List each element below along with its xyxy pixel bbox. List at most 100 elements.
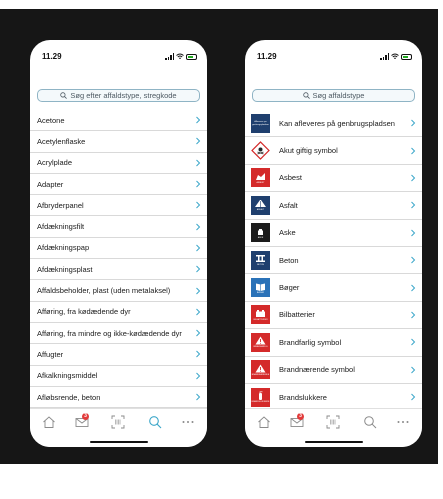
status-time: 11.29 <box>257 52 277 61</box>
category-item[interactable]: ASFALT Asfalt <box>245 192 422 220</box>
list-item[interactable]: Acrylplade <box>30 153 207 174</box>
list-item[interactable]: Afkalkningsmiddel <box>30 366 207 387</box>
chevron-right-icon <box>196 287 201 294</box>
tab-messages[interactable]: 3 <box>75 413 89 429</box>
search-icon <box>60 92 68 99</box>
chevron-right-icon <box>196 393 201 401</box>
chevron-right-icon <box>196 223 201 230</box>
wifi-icon <box>176 53 184 59</box>
ash-icon: ASKE <box>251 223 270 243</box>
list-item-label: Acrylplade <box>37 158 73 168</box>
chevron-right-icon <box>411 147 416 154</box>
category-item[interactable]: BILBATTERIER Bilbatterier <box>245 302 422 330</box>
asbestos-icon: ASBEST <box>251 168 270 188</box>
category-label: Kan afleveres på genbrugspladsen <box>279 118 395 128</box>
left-phone-screen: 11.29 Søg efter affaldstype, stregkode A… <box>30 40 207 447</box>
list-item[interactable]: Acetylenflaske <box>30 131 207 153</box>
search-placeholder: Søg affaldstype <box>312 91 365 100</box>
chevron-right-icon <box>196 138 201 145</box>
concrete-icon: BETON <box>251 250 270 270</box>
list-item[interactable]: Affaldsbeholder, plast (uden metalaksel) <box>30 280 207 302</box>
tab-search[interactable] <box>363 415 377 429</box>
icon-caption: ASBEST <box>256 181 265 184</box>
category-item[interactable]: ASKE Aske <box>245 220 422 247</box>
more-icon <box>182 421 194 423</box>
icon-caption: BETON <box>257 264 264 267</box>
list-item[interactable]: Affugter <box>30 344 207 366</box>
tab-scanner[interactable] <box>326 415 340 429</box>
more-icon <box>397 421 409 423</box>
chevron-right-icon <box>411 202 416 209</box>
list-item[interactable]: Afløbsrende, beton <box>30 387 207 408</box>
icon-caption: ASKE <box>257 236 264 239</box>
list-item[interactable]: Acetone <box>30 110 207 132</box>
status-bar: 11.29 <box>245 52 422 64</box>
chevron-right-icon <box>196 201 201 209</box>
list-item-label: Afføring, fra kødædende dyr <box>37 307 131 317</box>
icon-caption: ASFALT <box>256 209 265 212</box>
search-input[interactable]: Søg efter affaldstype, stregkode <box>37 89 200 102</box>
flammable-icon: BRANDFARLIG <box>251 332 270 352</box>
list-item[interactable]: Afdækningsfilt <box>30 216 207 238</box>
books-icon: BØGER <box>251 278 270 298</box>
list-item[interactable]: Adapter <box>30 174 207 196</box>
category-item[interactable]: BETON Beton <box>245 247 422 275</box>
list-item-label: Afdækningsplast <box>37 264 93 274</box>
battery-icon <box>186 53 197 60</box>
list-item-label: Afdækningspap <box>37 243 90 253</box>
category-label: Brandnærende symbol <box>279 365 355 375</box>
asphalt-icon: ASFALT <box>251 195 270 215</box>
chevron-right-icon <box>196 244 201 252</box>
search-icon <box>302 92 310 99</box>
list-item[interactable]: Afføring, fra kødædende dyr <box>30 302 207 323</box>
category-item[interactable]: ASBEST Asbest <box>245 165 422 193</box>
list-item-label: Afføring, fra mindre og ikke-kødædende d… <box>37 328 182 338</box>
list-item-label: Afbryderpanel <box>37 200 84 210</box>
list-item-label: Afløbsrende, beton <box>37 392 101 402</box>
status-bar: 11.29 <box>30 52 207 64</box>
category-item[interactable]: BRANDFARLIG Brandfarlig symbol <box>245 329 422 357</box>
category-label: Bøger <box>279 283 300 293</box>
category-item[interactable]: Afleveres på genbrugspladsen Kan aflevere… <box>245 110 422 138</box>
tab-home[interactable] <box>42 415 56 429</box>
chevron-right-icon <box>411 284 416 291</box>
search-placeholder: Søg efter affaldstype, stregkode <box>70 91 177 100</box>
category-label: Beton <box>279 255 299 265</box>
signal-icon <box>380 53 389 60</box>
chevron-right-icon <box>411 174 416 182</box>
fire-extinguisher-icon: BRANDSLUKKERE <box>251 387 270 407</box>
tab-messages[interactable]: 3 <box>290 413 304 429</box>
tab-more[interactable] <box>396 415 410 429</box>
category-item[interactable]: BØGER Bøger <box>245 274 422 302</box>
category-item[interactable]: BRANDSLUKKERE Brandslukkere <box>245 384 422 408</box>
chevron-right-icon <box>411 229 416 237</box>
tab-more[interactable] <box>181 415 195 429</box>
icon-caption: BRANDNÆRENDE <box>251 373 270 376</box>
list-item[interactable]: Afføring, fra mindre og ikke-kødædende d… <box>30 323 207 345</box>
chevron-right-icon <box>196 116 201 124</box>
chevron-right-icon <box>411 366 416 374</box>
tab-home[interactable] <box>257 415 271 429</box>
chevron-right-icon <box>196 351 201 358</box>
home-icon <box>258 416 270 428</box>
chevron-right-icon <box>196 372 201 380</box>
search-input[interactable]: Søg affaldstype <box>252 89 415 102</box>
list-item[interactable]: Afdækningsplast <box>30 259 207 281</box>
list-item[interactable]: Afbryderpanel <box>30 195 207 217</box>
status-icons <box>380 53 412 60</box>
car-battery-icon: BILBATTERIER <box>251 305 270 325</box>
list-item-label: Acetone <box>37 115 65 125</box>
status-time: 11.29 <box>42 52 62 61</box>
category-item[interactable]: Akut giftig symbol <box>245 137 422 165</box>
category-item[interactable]: BRANDNÆRENDE Brandnærende symbol <box>245 357 422 384</box>
home-indicator <box>89 440 148 443</box>
category-label: Aske <box>279 228 296 238</box>
icon-caption: BRANDSLUKKERE <box>251 401 270 404</box>
search-tab-icon <box>364 416 377 429</box>
chevron-right-icon <box>411 338 416 346</box>
list-item-label: Affaldsbeholder, plast (uden metalaksel) <box>37 286 171 296</box>
tab-scanner[interactable] <box>111 415 125 429</box>
list-item[interactable]: Afdækningspap <box>30 238 207 260</box>
tab-search[interactable] <box>148 415 162 429</box>
wifi-icon <box>391 53 399 59</box>
